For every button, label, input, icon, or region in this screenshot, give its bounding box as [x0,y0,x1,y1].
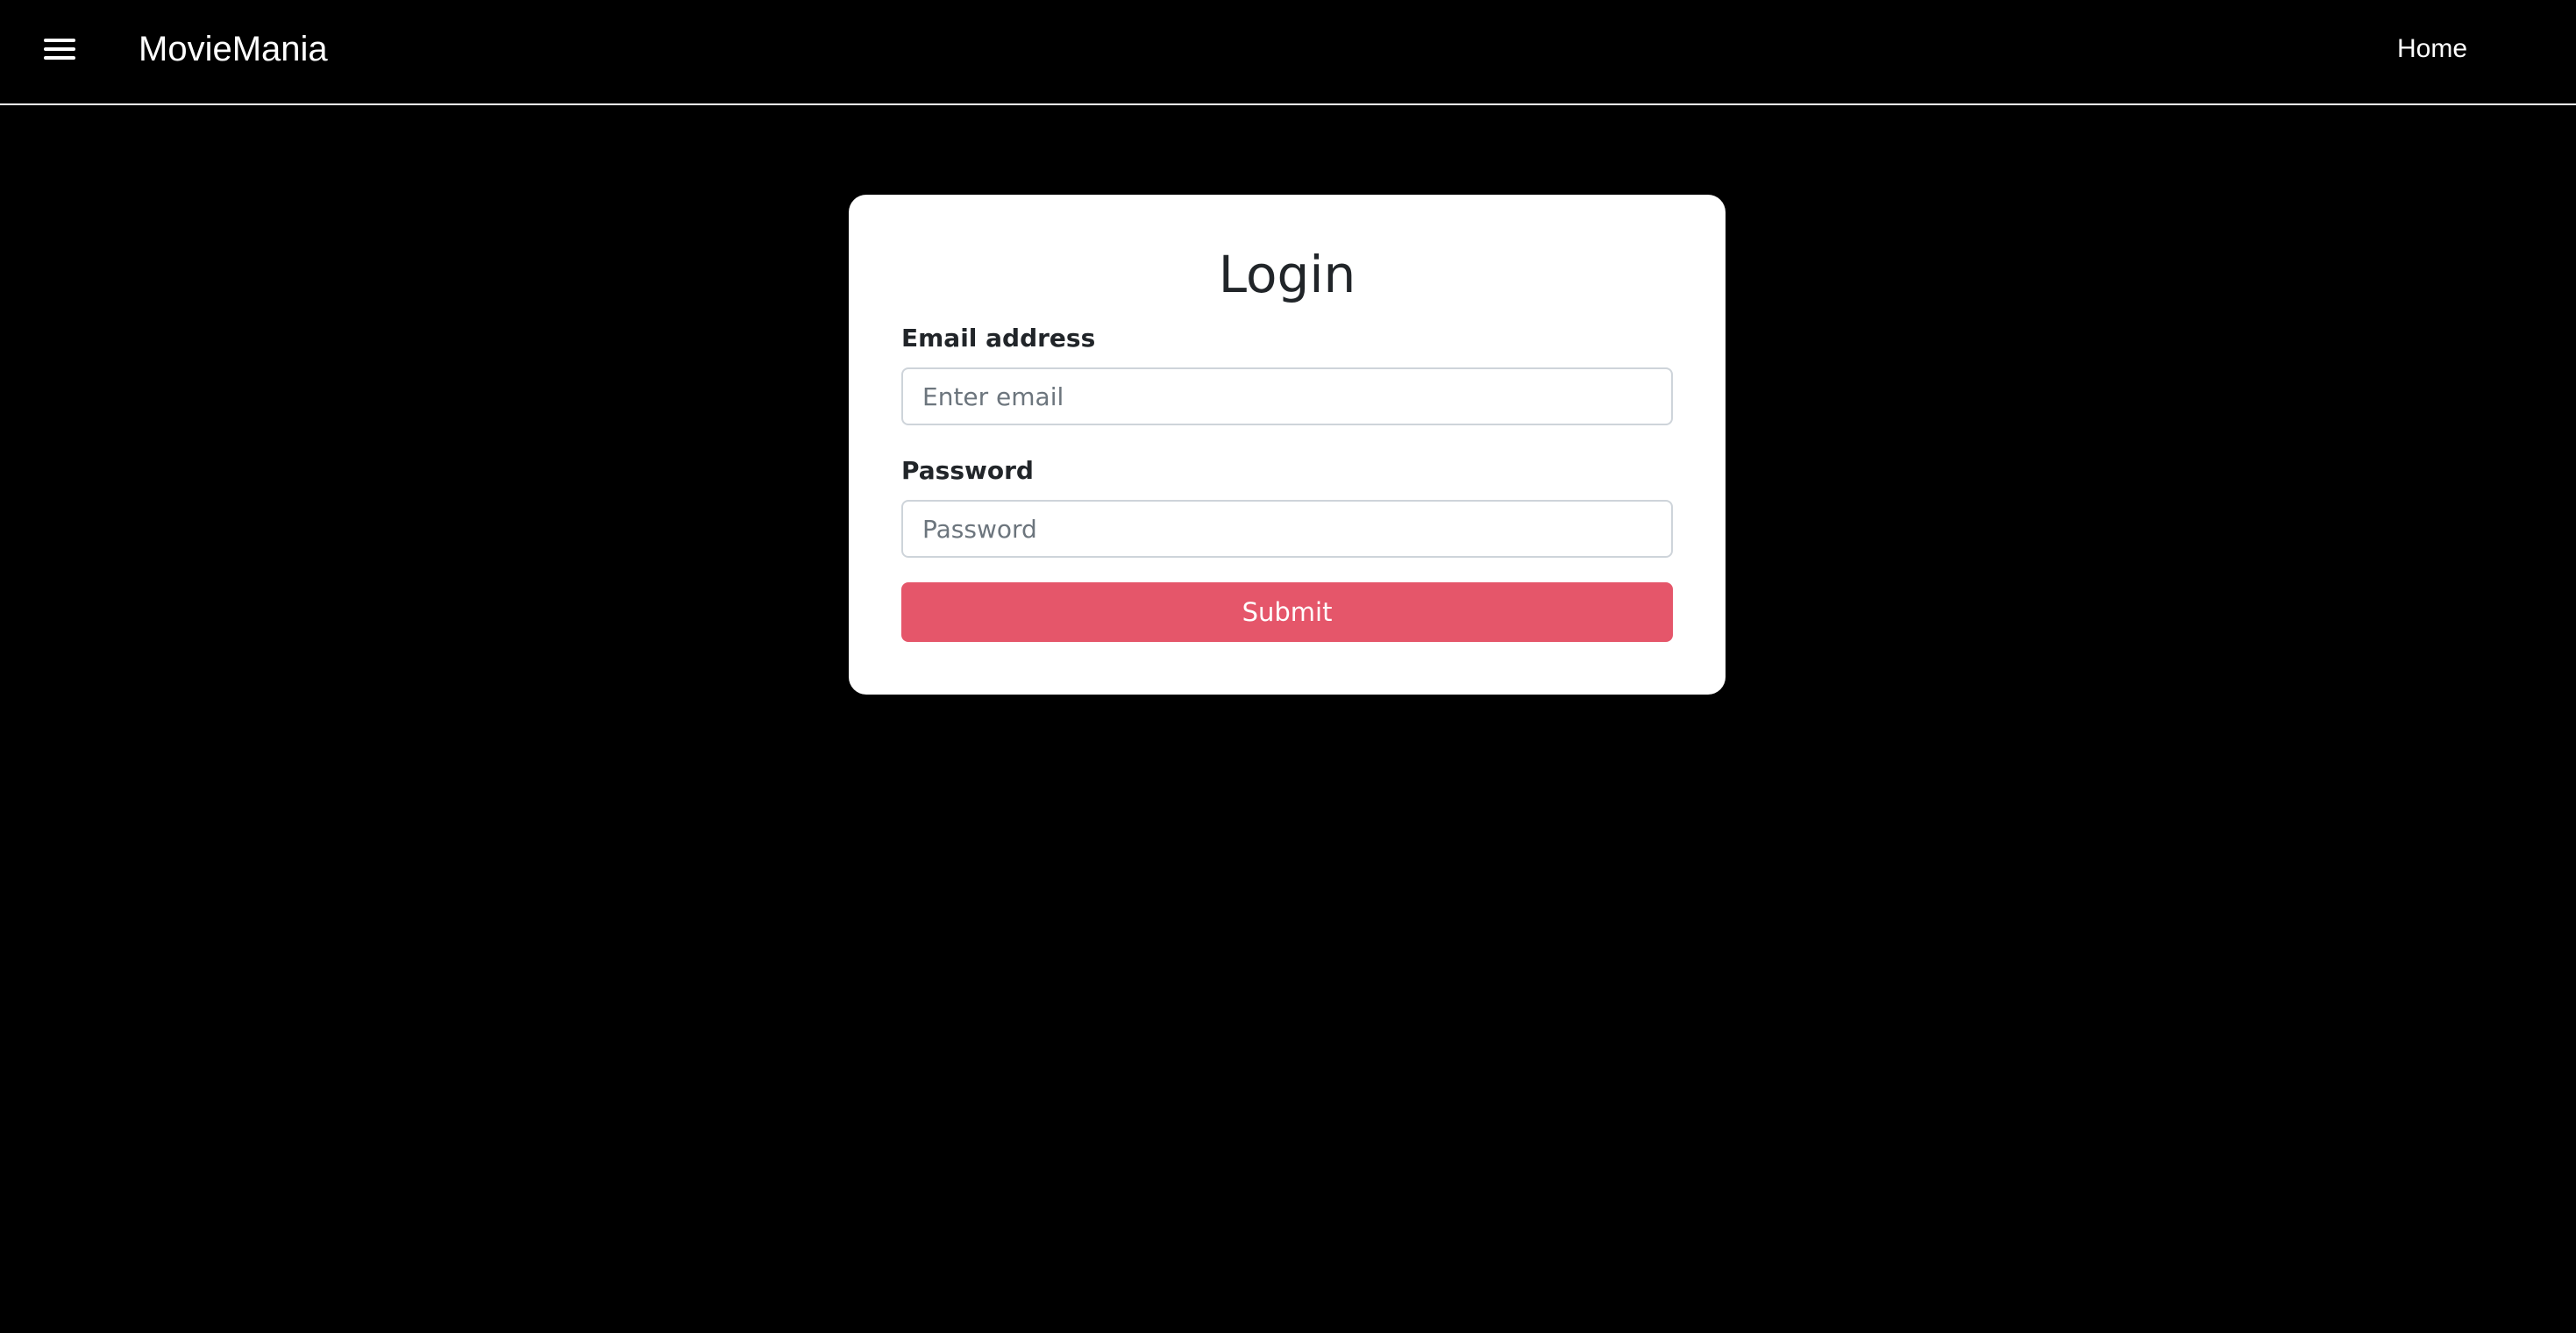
email-label: Email address [901,324,1096,353]
password-field[interactable] [901,500,1673,558]
brand-logo-link[interactable]: MovieMania [139,25,328,74]
email-field[interactable] [901,367,1673,425]
password-label: Password [901,456,1034,485]
navbar: MovieMania Home [0,0,2576,105]
submit-button[interactable]: Submit [901,582,1673,642]
menu-bar-line [44,56,75,60]
login-card: Login Email address Password Submit [849,195,1726,695]
menu-bar-line [44,47,75,51]
hamburger-menu-icon[interactable] [37,32,86,67]
menu-bar-line [44,39,75,42]
nav-link-home[interactable]: Home [2397,32,2467,67]
login-title: Login [1218,245,1356,304]
